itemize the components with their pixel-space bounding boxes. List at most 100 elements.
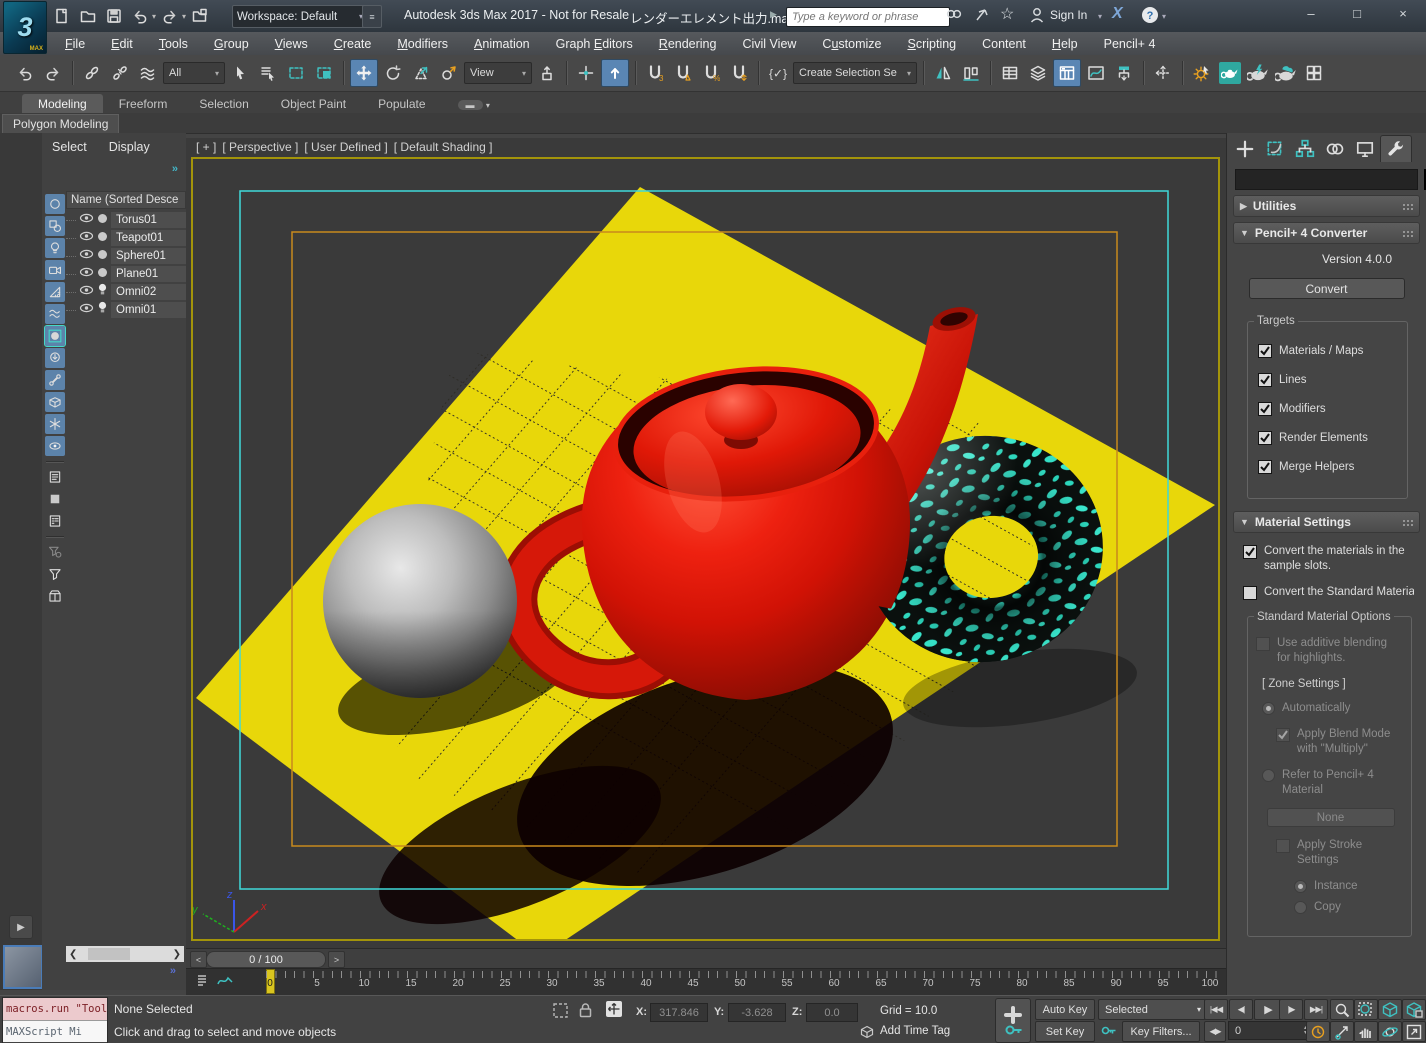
set-key-button[interactable]: Set Key [1035,1021,1095,1042]
menu-modifiers[interactable]: Modifiers [384,37,461,51]
explorer-menu-select[interactable]: Select [52,140,87,154]
ribbon-tab-populate[interactable]: Populate [362,94,441,113]
menu-file[interactable]: File [52,37,98,51]
select-object-icon[interactable] [227,60,253,86]
track-bar[interactable]: 0510152025303540455055606570758085909510… [186,968,1226,998]
redo-icon-flyout[interactable]: ▾ [182,12,186,21]
dock-color-swatch[interactable] [3,945,43,989]
visibility-eye-icon[interactable] [79,301,94,319]
viewport-menu-shading[interactable]: [ Default Shading ] [394,140,493,154]
bind-to-space-warp-icon[interactable] [135,60,161,86]
go-to-start-button[interactable]: |◀◀ [1204,999,1228,1020]
select-and-scale-icon[interactable] [408,60,434,86]
quick-filter-icon[interactable] [45,564,65,584]
time-configuration-icon[interactable] [1306,1021,1330,1042]
filter-helpers-icon[interactable] [45,282,65,302]
menu-edit[interactable]: Edit [98,37,146,51]
minimize-button[interactable]: – [1296,0,1326,26]
angle-snap-toggle-icon[interactable] [670,60,696,86]
filter-shapes-icon[interactable] [45,216,65,236]
schematic-view-icon[interactable] [1111,60,1137,86]
render-in-cloud-icon[interactable] [1273,60,1299,86]
auto-key-button[interactable]: Auto Key [1035,999,1095,1020]
help-caret-icon[interactable]: ▾ [1162,12,1166,21]
undo-icon-flyout[interactable]: ▾ [152,12,156,21]
3ds-max-logo[interactable]: 3 MAX [3,1,47,54]
sphere-object[interactable] [323,504,517,698]
toggle-ribbon-icon[interactable] [1053,59,1081,87]
menu-civil-view[interactable]: Civil View [729,37,809,51]
rendered-frame-window-icon[interactable] [1245,60,1271,86]
previous-frame-button[interactable]: ◀| [1229,999,1253,1020]
open-mini-curve-editor-icon[interactable] [196,973,212,994]
tab-modify[interactable] [1260,136,1290,162]
viewport-menu-user[interactable]: [ User Defined ] [304,140,387,154]
reference-coordinate-dropdown[interactable]: View▾ [464,62,532,84]
pencil-material-none-button[interactable]: None [1267,808,1395,827]
menu-customize[interactable]: Customize [809,37,894,51]
time-slider[interactable]: 0 / 100 [206,951,326,968]
checkbox-checked[interactable] [1258,373,1272,387]
menu-rendering[interactable]: Rendering [646,37,730,51]
rollout-material-settings[interactable]: ▼ Material Settings [1233,511,1420,533]
selection-paint-icon[interactable] [1150,60,1176,86]
ribbon-tab-object-paint[interactable]: Object Paint [265,94,362,113]
advanced-filter-icon[interactable] [45,542,65,562]
key-mode-dropdown[interactable]: Selected ▾ [1098,999,1206,1020]
user-icon[interactable] [1028,5,1046,25]
convert-standard-material-checkbox[interactable] [1243,586,1257,600]
communication-center-icon[interactable] [972,5,992,25]
exchange-apps-icon[interactable]: X [1112,5,1123,23]
workspace-menu-icon[interactable]: ≡ [362,5,382,28]
undo-icon[interactable] [128,4,152,28]
object-name-field[interactable] [1235,169,1418,190]
table-row[interactable]: Omni02 [66,283,186,301]
filter-xrefs-icon[interactable] [45,348,65,368]
z-coordinate-field[interactable]: 0.0 [806,1003,858,1022]
pan-arrow-icon[interactable] [1330,1021,1354,1042]
toggle-layer-explorer-icon[interactable] [1025,60,1051,86]
save-file-icon[interactable] [102,4,126,28]
x-coordinate-field[interactable]: 317.846 [650,1003,708,1022]
menu-pencil-4[interactable]: Pencil+ 4 [1091,37,1169,51]
apply-blend-mode-checkbox[interactable] [1276,728,1290,742]
search-icon[interactable] [944,5,964,25]
zoom-extents-icon[interactable] [1378,999,1402,1020]
selection-filter-dropdown[interactable]: All▾ [163,62,225,84]
tab-display[interactable] [1350,136,1380,162]
play-button[interactable]: ▶ [1254,999,1282,1020]
menu-tools[interactable]: Tools [146,37,201,51]
new-file-icon[interactable] [50,4,74,28]
select-and-move-icon[interactable] [350,59,378,87]
zoom-extents-all-icon[interactable] [1402,999,1426,1020]
tab-hierarchy[interactable] [1290,136,1320,162]
visibility-eye-icon[interactable] [79,283,94,301]
select-by-name-icon[interactable] [255,60,281,86]
set-keys-button[interactable] [995,998,1031,1043]
refer-to-pencil-material-radio[interactable] [1262,769,1275,782]
table-row[interactable]: Teapot01 [66,229,186,247]
next-frame-slider-button[interactable]: > [328,951,345,968]
menu-graph-editors[interactable]: Graph Editors [543,37,646,51]
zoom-icon[interactable] [1330,999,1354,1020]
menu-views[interactable]: Views [262,37,321,51]
filter-hidden-icon[interactable] [45,436,65,456]
table-row[interactable]: Torus01 [66,211,186,229]
filter-lights-icon[interactable] [45,238,65,258]
snaps-toggle-3d-icon[interactable]: 3 [642,60,668,86]
rectangular-selection-region-icon[interactable] [283,60,309,86]
mirror-icon[interactable] [930,60,956,86]
named-selection-set-dropdown[interactable]: Create Selection Se▾ [793,62,917,84]
ribbon-tab-freeform[interactable]: Freeform [103,94,184,113]
select-and-link-icon[interactable] [79,60,105,86]
viewport-menu-general[interactable]: [ + ] [196,140,216,154]
key-filter-key-icon[interactable] [1100,1022,1117,1043]
filter-geometry-icon[interactable] [45,194,65,214]
select-and-place-icon[interactable] [436,60,462,86]
ribbon-tab-selection[interactable]: Selection [183,94,264,113]
scroll-right-icon[interactable]: ❯ [173,949,181,960]
menu-help[interactable]: Help [1039,37,1091,51]
selection-lock-icon[interactable] [577,1001,594,1024]
tab-polygon-modeling[interactable]: Polygon Modeling [2,114,119,133]
explorer-overflow-icon[interactable]: » [172,163,178,175]
